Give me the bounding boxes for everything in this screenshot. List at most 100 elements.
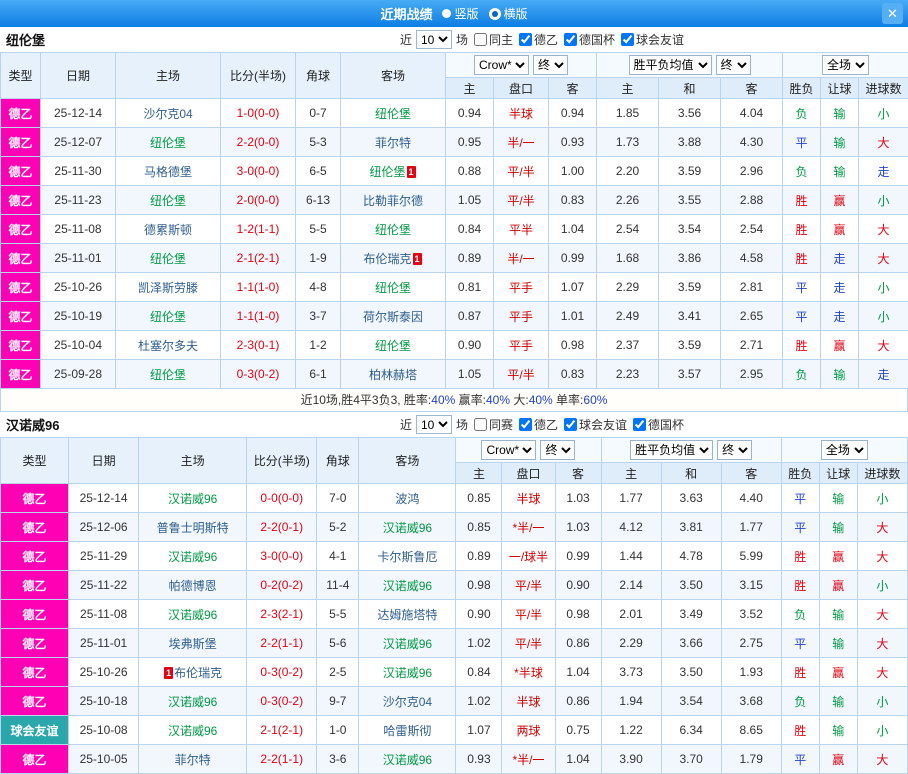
team-link[interactable]: 柏林赫塔 <box>369 368 417 382</box>
filter-checkbox[interactable]: 球会友谊 <box>619 31 684 48</box>
team-link[interactable]: 沙尔克04 <box>383 695 432 709</box>
team-link[interactable]: 纽伦堡 <box>150 136 186 150</box>
team-link[interactable]: 汉诺威96 <box>168 695 217 709</box>
team-link[interactable]: 纽伦堡 <box>150 252 186 266</box>
team-link[interactable]: 马格德堡 <box>144 165 192 179</box>
sub-column-header: 进球数 <box>859 78 908 99</box>
team-link[interactable]: 菲尔特 <box>175 753 211 767</box>
avg-away-cell: 2.88 <box>721 186 783 215</box>
checkbox-input[interactable] <box>474 418 487 431</box>
header-select[interactable]: 全场 <box>821 440 868 460</box>
handicap-cell: *半/一 <box>502 745 555 774</box>
team-link[interactable]: 凯泽斯劳滕 <box>138 281 198 295</box>
date-cell: 25-12-14 <box>69 484 139 513</box>
date-cell: 25-10-26 <box>69 658 139 687</box>
header-select[interactable]: Crow* <box>481 440 536 460</box>
header-select[interactable]: 终 <box>533 55 568 75</box>
checkbox-input[interactable] <box>519 33 532 46</box>
result-cell: 平 <box>781 745 819 774</box>
layout-radio-vertical[interactable]: 竖版 <box>442 5 478 22</box>
result-cell: 平 <box>781 484 819 513</box>
header-select[interactable]: 终 <box>716 55 751 75</box>
team-link[interactable]: 埃弗斯堡 <box>169 637 217 651</box>
team-link[interactable]: 纽伦堡 <box>150 194 186 208</box>
team-link[interactable]: 汉诺威96 <box>383 666 432 680</box>
match-row: 德乙25-11-01埃弗斯堡2-2(1-1)5-6汉诺威961.02平/半0.8… <box>1 629 908 658</box>
checkbox-input[interactable] <box>474 33 487 46</box>
header-select[interactable]: 终 <box>717 440 752 460</box>
date-cell: 25-11-08 <box>69 600 139 629</box>
sub-column-header: 胜负 <box>783 78 821 99</box>
header-select[interactable]: Crow* <box>474 55 529 75</box>
team-link[interactable]: 德累斯顿 <box>144 223 192 237</box>
team-link[interactable]: 纽伦堡 <box>375 339 411 353</box>
team-link[interactable]: 纽伦堡 <box>150 368 186 382</box>
checkbox-input[interactable] <box>633 418 646 431</box>
games-count-select[interactable]: 10 <box>416 30 452 49</box>
team-link[interactable]: 卡尔斯鲁厄 <box>377 550 437 564</box>
handicap-cell: 一/球半 <box>502 542 555 571</box>
header-select[interactable]: 胜平负均值 <box>629 55 712 75</box>
away-odds-cell: 1.03 <box>555 513 601 542</box>
filter-checkbox[interactable]: 德乙 <box>517 31 558 48</box>
team-link[interactable]: 汉诺威96 <box>168 550 217 564</box>
radio-vertical-label: 竖版 <box>454 5 478 22</box>
score-cell: 2-2(0-1) <box>247 513 317 542</box>
filter-checkbox[interactable]: 同赛 <box>472 416 513 433</box>
team-link[interactable]: 菲尔特 <box>375 136 411 150</box>
close-icon[interactable]: ✕ <box>882 3 903 24</box>
team-link[interactable]: 荷尔斯泰因 <box>363 310 423 324</box>
team-link[interactable]: 布伦瑞克 <box>174 666 222 680</box>
date-cell: 25-12-06 <box>69 513 139 542</box>
filter-checkbox[interactable]: 德乙 <box>517 416 558 433</box>
team-link[interactable]: 汉诺威96 <box>383 753 432 767</box>
column-header: 角球 <box>317 438 359 484</box>
header-select[interactable]: 全场 <box>822 55 869 75</box>
team-link[interactable]: 普鲁士明斯特 <box>157 521 229 535</box>
team-link[interactable]: 波鸿 <box>395 492 419 506</box>
team-link[interactable]: 汉诺威96 <box>383 637 432 651</box>
team-link[interactable]: 纽伦堡 <box>150 310 186 324</box>
team-link[interactable]: 汉诺威96 <box>168 724 217 738</box>
filter-checkbox[interactable]: 球会友谊 <box>562 416 627 433</box>
team-link[interactable]: 帕德博恩 <box>169 579 217 593</box>
filter-checkbox[interactable]: 德国杯 <box>562 31 615 48</box>
home-team-cell: 纽伦堡 <box>116 302 221 331</box>
checkbox-input[interactable] <box>564 33 577 46</box>
layout-radio-horizontal[interactable]: 横版 <box>489 5 528 22</box>
team-link[interactable]: 达姆施塔特 <box>377 608 437 622</box>
checkbox-input[interactable] <box>621 33 634 46</box>
handicap-result-cell: 输 <box>819 716 857 745</box>
home-odds-cell: 1.07 <box>456 716 502 745</box>
odds-select-group: Crow*终 <box>446 53 597 78</box>
checkbox-input[interactable] <box>519 418 532 431</box>
filter-checkbox[interactable]: 同主 <box>472 31 513 48</box>
match-row: 德乙25-09-28纽伦堡0-3(0-2)6-1柏林赫塔1.05平/半0.832… <box>1 360 908 389</box>
team-link[interactable]: 汉诺威96 <box>383 521 432 535</box>
match-row: 德乙25-11-30马格德堡3-0(0-0)6-5纽伦堡10.88平/半1.00… <box>1 157 908 186</box>
team-link[interactable]: 比勒菲尔德 <box>363 194 423 208</box>
checkbox-input[interactable] <box>564 418 577 431</box>
summary-text: 单率: <box>553 393 584 407</box>
games-count-select[interactable]: 10 <box>416 415 452 434</box>
league-cell: 德乙 <box>1 331 41 360</box>
header-select[interactable]: 终 <box>540 440 575 460</box>
match-row: 德乙25-10-26凯泽斯劳滕1-1(1-0)4-8纽伦堡0.81平手1.072… <box>1 273 908 302</box>
team-link[interactable]: 布伦瑞克 <box>363 252 411 266</box>
filter-label: 同赛 <box>489 416 513 433</box>
handicap-result-cell: 走 <box>821 302 859 331</box>
header-select[interactable]: 胜平负均值 <box>630 440 713 460</box>
team-link[interactable]: 汉诺威96 <box>168 608 217 622</box>
team-link[interactable]: 汉诺威96 <box>383 579 432 593</box>
team-link[interactable]: 汉诺威96 <box>168 492 217 506</box>
team-link[interactable]: 纽伦堡 <box>375 223 411 237</box>
team-link[interactable]: 哈雷斯彻 <box>383 724 431 738</box>
team-link[interactable]: 纽伦堡 <box>375 281 411 295</box>
radio-horizontal-label: 横版 <box>504 5 528 22</box>
team-link[interactable]: 沙尔克04 <box>143 107 192 121</box>
filter-checkbox[interactable]: 德国杯 <box>631 416 684 433</box>
team-link[interactable]: 纽伦堡 <box>369 165 405 179</box>
team-link[interactable]: 纽伦堡 <box>375 107 411 121</box>
result-cell: 胜 <box>781 542 819 571</box>
team-link[interactable]: 杜塞尔多夫 <box>138 339 198 353</box>
